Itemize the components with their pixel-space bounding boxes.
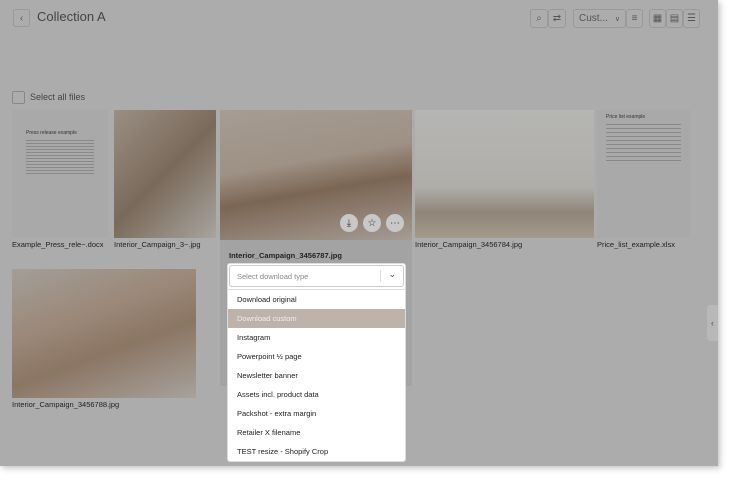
option-instagram[interactable]: Instagram: [228, 328, 405, 347]
page-title: Collection A: [37, 9, 106, 24]
search-icon: ⌕: [536, 13, 542, 24]
back-button[interactable]: ‹: [13, 9, 30, 27]
file-name: Interior_Campaign_3456787.jpg: [229, 251, 342, 260]
sort-icon: ≡: [631, 13, 638, 24]
sort-direction-button[interactable]: ≡: [626, 9, 643, 28]
file-name[interactable]: Interior_Campaign_3456784.jpg: [415, 240, 522, 249]
grid-small-icon: ▤: [669, 13, 680, 24]
side-panel-toggle[interactable]: ‹: [707, 305, 718, 341]
option-powerpoint-half-page[interactable]: Powerpoint ½ page: [228, 347, 405, 366]
file-thumbnail-docx[interactable]: Press release example: [12, 110, 108, 238]
chevron-down-icon: ∨: [614, 15, 620, 23]
more-button[interactable]: ⋯: [386, 214, 404, 232]
file-name[interactable]: Price_list_example.xlsx: [597, 240, 675, 249]
favorite-button[interactable]: ☆: [363, 214, 381, 232]
filter-button[interactable]: ⇄: [548, 9, 566, 28]
star-icon: ☆: [367, 217, 377, 229]
option-retailer-x-filename[interactable]: Retailer X filename: [228, 423, 405, 442]
grid-large-view-button[interactable]: ▦: [649, 9, 666, 28]
sort-select[interactable]: Cust... ∨: [573, 9, 626, 28]
filter-icon: ⇄: [552, 13, 562, 24]
download-type-dropdown[interactable]: Select download type ⌄ Download original …: [227, 263, 406, 462]
download-icon: ⤓: [346, 217, 352, 229]
grid-large-icon: ▦: [652, 13, 663, 24]
file-thumbnail-image[interactable]: [114, 110, 216, 238]
file-thumbnail-xlsx[interactable]: Price list example: [597, 110, 690, 238]
chevron-down-icon: ⌄: [388, 269, 396, 279]
file-name[interactable]: Example_Press_rele~.docx: [12, 240, 104, 249]
download-type-select[interactable]: Select download type ⌄: [229, 265, 404, 287]
select-all-checkbox[interactable]: [12, 91, 25, 104]
file-thumbnail-image[interactable]: [220, 110, 412, 240]
file-thumbnail-image[interactable]: [12, 269, 196, 398]
search-button[interactable]: ⌕: [530, 9, 548, 28]
option-download-custom[interactable]: Download custom: [228, 309, 405, 328]
option-assets-product-data[interactable]: Assets incl. product data: [228, 385, 405, 404]
file-name[interactable]: Interior_Campaign_3~.jpg: [114, 240, 201, 249]
option-packshot-extra-margin[interactable]: Packshot - extra margin: [228, 404, 405, 423]
file-thumbnail-image[interactable]: [415, 110, 594, 238]
option-download-original[interactable]: Download original: [228, 290, 405, 309]
list-icon: ☰: [687, 13, 696, 24]
more-icon: ⋯: [390, 217, 400, 229]
select-all-label: Select all files: [30, 92, 86, 102]
chevron-left-icon: ‹: [711, 318, 714, 328]
list-view-button[interactable]: ☰: [683, 9, 700, 28]
option-newsletter-banner[interactable]: Newsletter banner: [228, 366, 405, 385]
file-name[interactable]: Interior_Campaign_3456788.jpg: [12, 400, 119, 409]
option-test-resize-shopify[interactable]: TEST resize - Shopify Crop: [228, 442, 405, 461]
download-options-list: Download original Download custom Instag…: [228, 289, 405, 461]
download-button[interactable]: ⤓: [340, 214, 358, 232]
grid-small-view-button[interactable]: ▤: [666, 9, 683, 28]
